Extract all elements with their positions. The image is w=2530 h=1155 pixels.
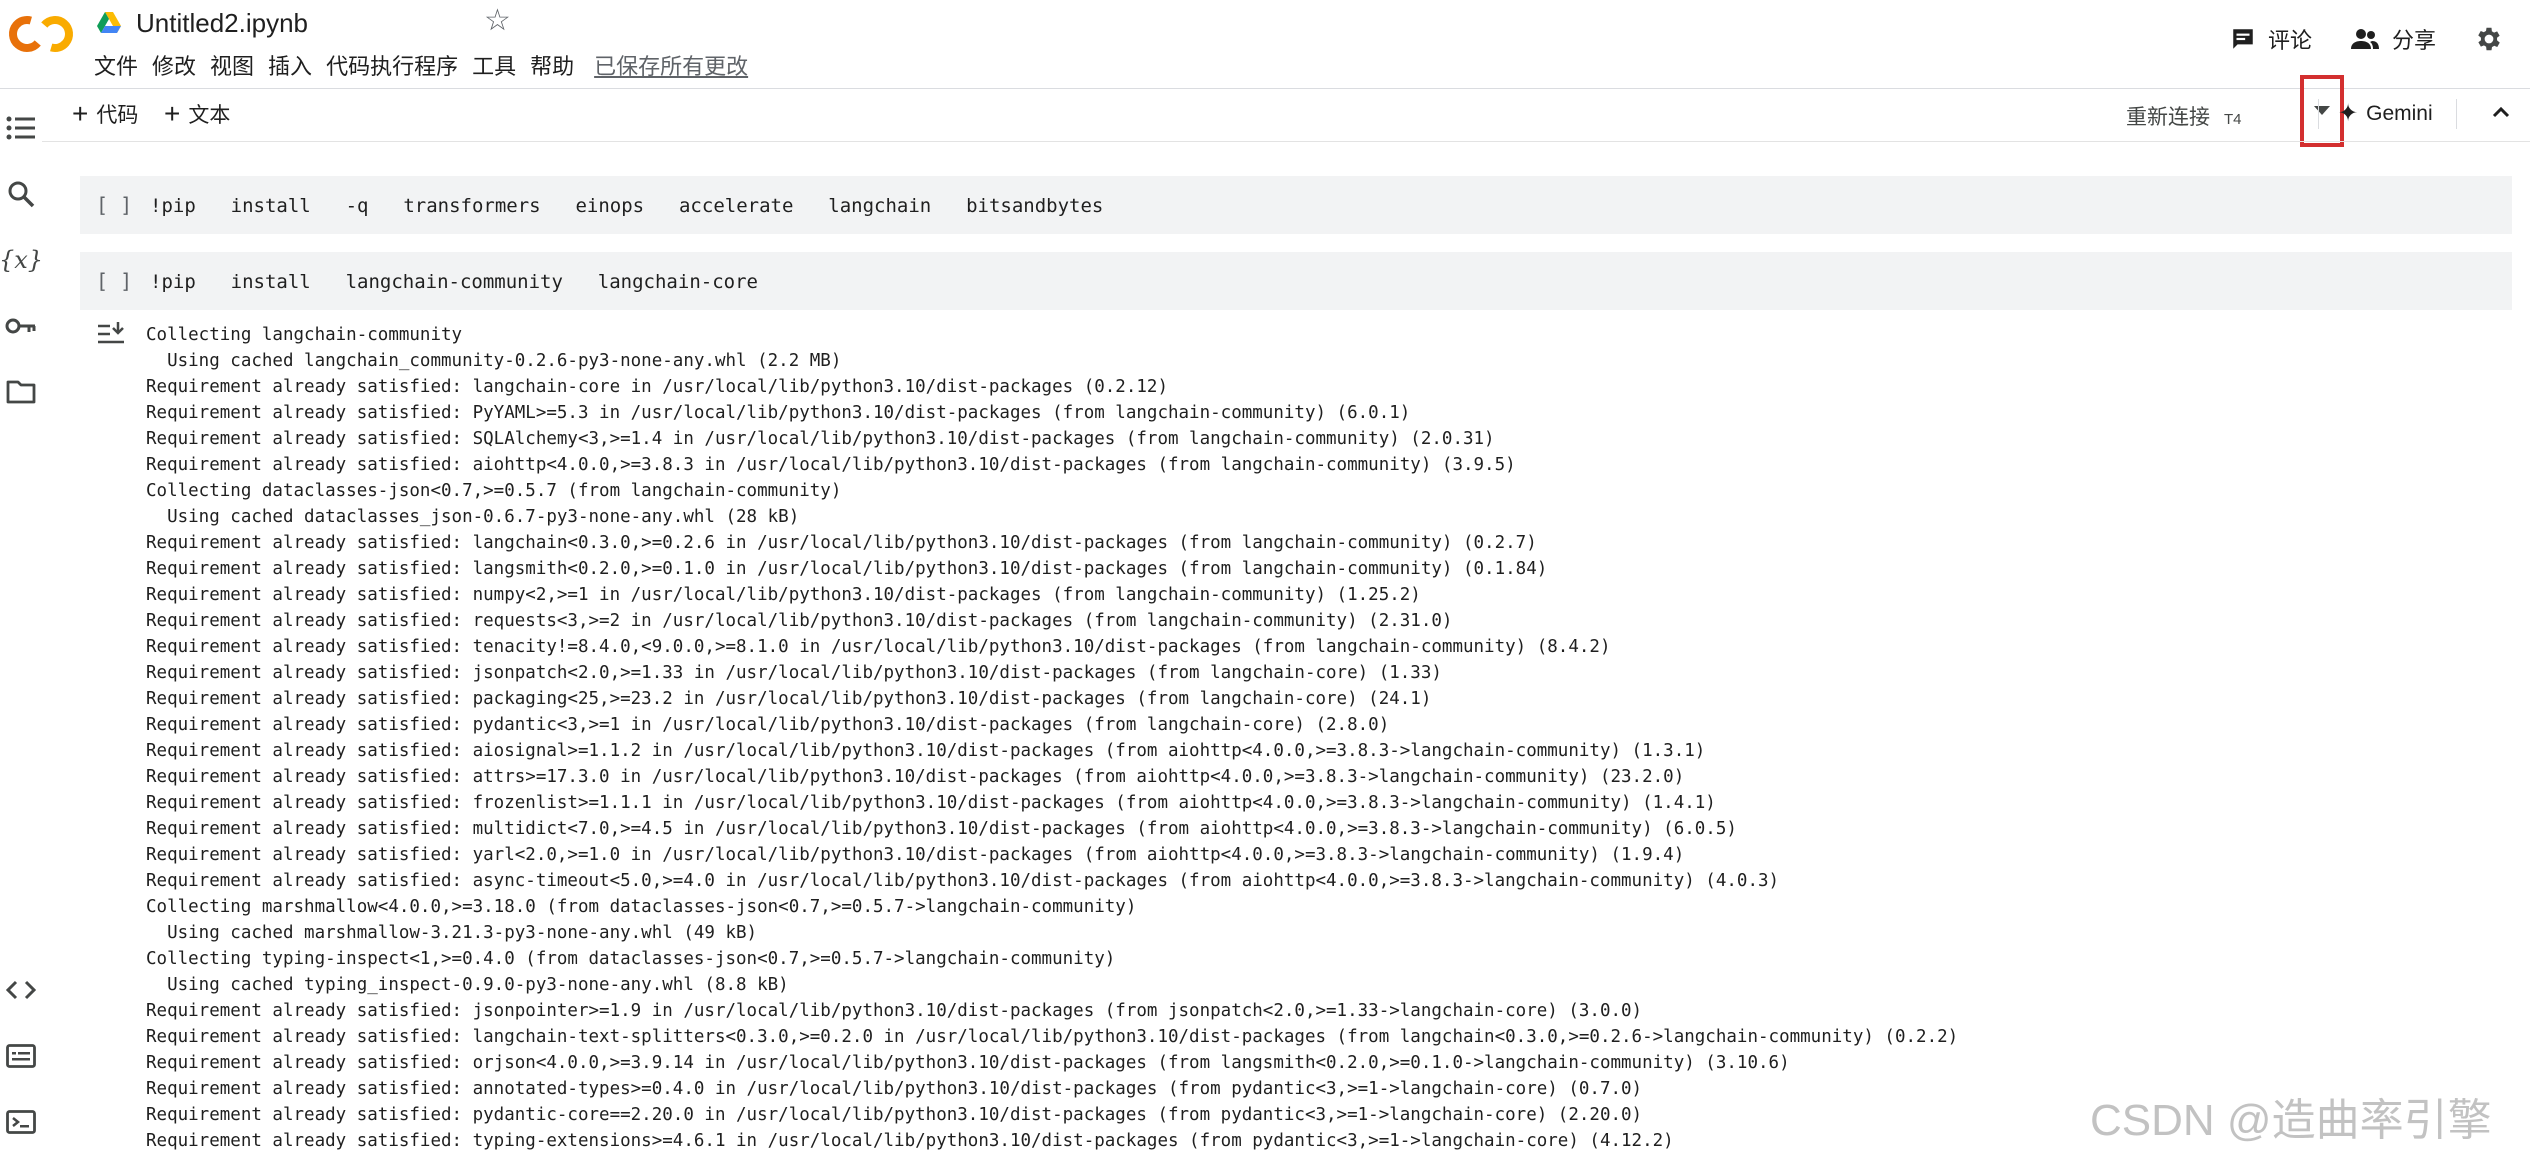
menu-insert[interactable]: 插入 [268, 47, 312, 83]
menu-view[interactable]: 视图 [210, 47, 254, 83]
share-button[interactable]: 分享 [2350, 23, 2436, 55]
share-label: 分享 [2391, 28, 2436, 53]
terminal-icon[interactable] [4, 1105, 38, 1139]
output-line: Using cached typing_inspect-0.9.0-py3-no… [146, 975, 789, 995]
output-line: Requirement already satisfied: attrs>=17… [146, 767, 1685, 787]
people-icon [2350, 29, 2379, 49]
output-line: Requirement already satisfied: frozenlis… [146, 793, 1716, 813]
output-line: Requirement already satisfied: jsonpoint… [146, 1001, 1643, 1021]
output-line: Collecting typing-inspect<1,>=0.4.0 (fro… [146, 949, 1116, 969]
output-line: Requirement already satisfied: langsmith… [146, 559, 1548, 579]
toolbar-separator [2456, 99, 2457, 129]
output-line: Requirement already satisfied: aiohttp<4… [146, 455, 1516, 475]
gear-icon[interactable] [2474, 24, 2504, 54]
drive-icon[interactable] [96, 11, 122, 35]
run-cell-button[interactable]: [ ] [96, 269, 132, 293]
output-line: Requirement already satisfied: async-tim… [146, 871, 1780, 891]
notebook-toolbar: + 代码 + 文本 重新连接 T4 ✦ Gemini [42, 75, 2530, 147]
output-line: Requirement already satisfied: tenacity!… [146, 637, 1611, 657]
code-cell[interactable]: [ ] !pip install langchain-community lan… [80, 252, 2512, 310]
output-line: Collecting langchain-community [146, 325, 463, 345]
output-line: Using cached marshmallow-3.21.3-py3-none… [146, 923, 758, 943]
gemini-sparkle-icon: ✦ [2338, 100, 2359, 127]
cell-output: Collecting langchain-community Using cac… [146, 322, 1958, 1154]
output-line: Collecting dataclasses-json<0.7,>=0.5.7 … [146, 481, 842, 501]
caret-down-icon [2314, 106, 2330, 115]
add-code-label: 代码 [96, 104, 139, 127]
output-line: Requirement already satisfied: yarl<2.0,… [146, 845, 1685, 865]
output-actions-icon[interactable] [96, 322, 126, 350]
output-line: Requirement already satisfied: packaging… [146, 689, 1432, 709]
output-line: Requirement already satisfied: multidict… [146, 819, 1737, 839]
menu-file[interactable]: 文件 [94, 47, 138, 83]
reconnect-label: 重新连接 [2126, 106, 2210, 129]
output-line: Requirement already satisfied: typing-ex… [146, 1131, 1674, 1151]
cell-code[interactable]: !pip install -q transformers einops acce… [150, 195, 1103, 217]
toolbar-separator [2318, 99, 2319, 129]
code-cell[interactable]: [ ] !pip install -q transformers einops … [80, 176, 2512, 234]
output-line: Requirement already satisfied: numpy<2,>… [146, 585, 1421, 605]
left-rail: {x} [0, 89, 43, 1155]
add-code-button[interactable]: + 代码 [72, 99, 138, 129]
comment-button[interactable]: 评论 [2230, 23, 2312, 55]
run-cell-button[interactable]: [ ] [96, 193, 132, 217]
app-header: Untitled2.ipynb ☆ 文件 修改 视图 插入 代码执行程序 工具 … [0, 0, 2530, 88]
table-of-contents-icon[interactable] [4, 111, 38, 145]
variables-icon[interactable]: {x} [0, 243, 43, 277]
gemini-button[interactable]: ✦ Gemini [2338, 99, 2433, 128]
comment-icon [2233, 29, 2253, 49]
output-line: Requirement already satisfied: orjson<4.… [146, 1053, 1790, 1073]
colab-logo[interactable] [8, 14, 74, 54]
notebook-content: [ ] !pip install -q transformers einops … [42, 142, 2530, 1155]
chevron-up-icon[interactable] [2486, 97, 2516, 127]
output-line: Requirement already satisfied: langchain… [146, 1027, 1959, 1047]
output-line: Requirement already satisfied: pydantic<… [146, 715, 1390, 735]
add-text-label: 文本 [188, 104, 231, 127]
output-line: Requirement already satisfied: annotated… [146, 1079, 1643, 1099]
menu-tools[interactable]: 工具 [472, 47, 516, 83]
add-text-button[interactable]: + 文本 [164, 99, 230, 129]
plus-icon: + [72, 98, 89, 129]
runtime-type-label: T4 [2224, 111, 2242, 128]
menu-edit[interactable]: 修改 [152, 47, 196, 83]
output-line: Requirement already satisfied: jsonpatch… [146, 663, 1442, 683]
output-line: Requirement already satisfied: aiosignal… [146, 741, 1706, 761]
output-line: Requirement already satisfied: langchain… [146, 377, 1168, 397]
csdn-watermark: CSDN @造曲率引擎 [2090, 1096, 2492, 1145]
folder-icon[interactable] [4, 375, 38, 409]
save-status-link[interactable]: 已保存所有更改 [594, 49, 748, 81]
menu-runtime[interactable]: 代码执行程序 [326, 47, 458, 83]
output-line: Requirement already satisfied: requests<… [146, 611, 1453, 631]
star-icon[interactable]: ☆ [484, 6, 511, 36]
menu-bar: 文件 修改 视图 插入 代码执行程序 工具 帮助 已保存所有更改 [94, 48, 748, 82]
output-line: Requirement already satisfied: SQLAlchem… [146, 429, 1495, 449]
secrets-key-icon[interactable] [4, 309, 38, 343]
plus-icon: + [164, 98, 181, 129]
cell-code[interactable]: !pip install langchain-community langcha… [150, 271, 758, 293]
code-snippets-icon[interactable] [4, 973, 38, 1007]
menu-help[interactable]: 帮助 [530, 47, 574, 83]
output-line: Using cached dataclasses_json-0.6.7-py3-… [146, 507, 800, 527]
comment-label: 评论 [2267, 28, 2312, 53]
output-line: Collecting marshmallow<4.0.0,>=3.18.0 (f… [146, 897, 1137, 917]
command-palette-icon[interactable] [4, 1039, 38, 1073]
reconnect-button[interactable]: 重新连接 T4 [2126, 101, 2242, 131]
output-line: Requirement already satisfied: PyYAML>=5… [146, 403, 1411, 423]
output-line: Requirement already satisfied: langchain… [146, 533, 1537, 553]
notebook-title[interactable]: Untitled2.ipynb [132, 6, 312, 41]
search-icon[interactable] [4, 177, 38, 211]
gemini-label: Gemini [2366, 101, 2433, 125]
output-line: Requirement already satisfied: pydantic-… [146, 1105, 1643, 1125]
output-line: Using cached langchain_community-0.2.6-p… [146, 351, 842, 371]
